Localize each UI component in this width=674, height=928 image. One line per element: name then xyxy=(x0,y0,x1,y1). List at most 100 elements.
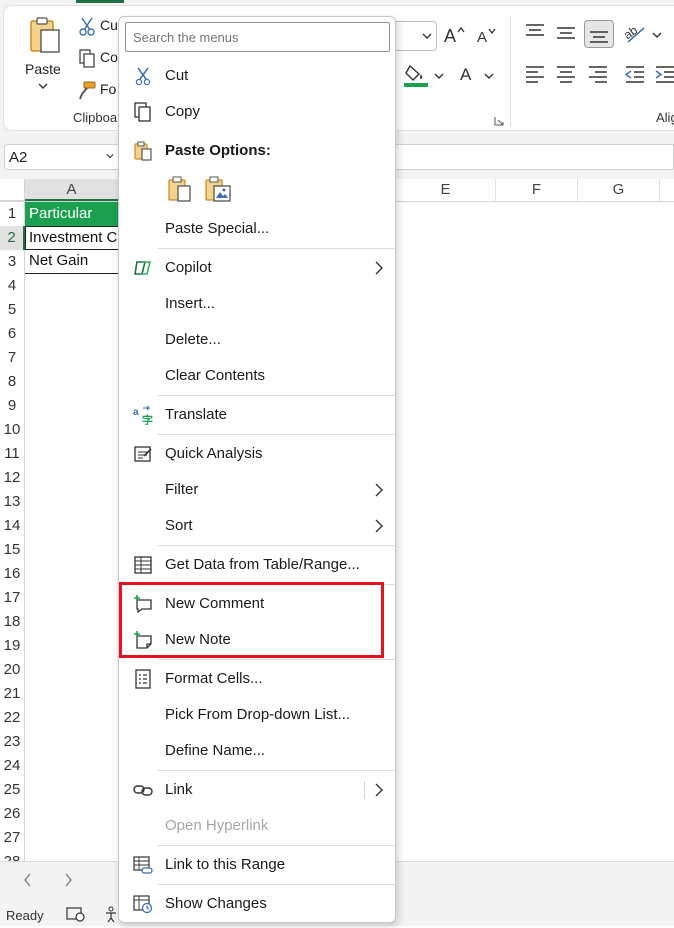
quick-analysis-icon xyxy=(134,446,152,462)
paste-button[interactable]: Paste xyxy=(20,14,66,98)
row-header[interactable]: 11 xyxy=(0,442,25,466)
prev-sheet-button[interactable] xyxy=(20,870,36,890)
increase-indent-button[interactable] xyxy=(654,64,674,86)
row-header[interactable]: 7 xyxy=(0,346,25,370)
copy-icon xyxy=(79,49,95,68)
menu-item-translate[interactable]: a 字 Translate xyxy=(119,398,395,432)
menu-item-label: Insert... xyxy=(165,295,216,312)
menu-item-insert[interactable]: Insert... xyxy=(119,287,395,321)
increase-font-button[interactable]: A xyxy=(443,24,467,46)
row-header[interactable]: 2 xyxy=(0,226,25,250)
menu-item-copilot[interactable]: Copilot xyxy=(119,251,395,285)
row-header[interactable]: 19 xyxy=(0,634,25,658)
decrease-indent-button[interactable] xyxy=(624,64,646,86)
row-header[interactable]: 23 xyxy=(0,730,25,754)
menu-item-paste-special[interactable]: Paste Special... xyxy=(119,212,395,246)
align-right-button[interactable] xyxy=(587,64,611,86)
row-header[interactable]: 6 xyxy=(0,322,25,346)
paste-option-default[interactable] xyxy=(166,175,194,203)
row-header[interactable]: 27 xyxy=(0,826,25,850)
chevron-right-icon[interactable] xyxy=(373,783,385,797)
menu-item-format-cells[interactable]: Format Cells... xyxy=(119,662,395,696)
align-middle-button[interactable] xyxy=(555,22,579,44)
menu-separator xyxy=(158,434,395,435)
row-header[interactable]: 5 xyxy=(0,298,25,322)
cut-ribbon-button[interactable]: Cu xyxy=(76,14,120,38)
menu-item-define-name[interactable]: Define Name... xyxy=(119,734,395,768)
row-header[interactable]: 20 xyxy=(0,658,25,682)
row-header[interactable]: 14 xyxy=(0,514,25,538)
column-header-a[interactable]: A xyxy=(25,179,119,201)
paste-option-picture[interactable] xyxy=(204,175,232,203)
align-center-button[interactable] xyxy=(555,64,579,86)
row-header[interactable]: 8 xyxy=(0,370,25,394)
menu-item-label: Copy xyxy=(165,103,201,120)
column-header-f[interactable]: F xyxy=(496,179,578,201)
menu-item-quick-analysis[interactable]: Quick Analysis xyxy=(119,437,395,471)
chevron-down-icon[interactable] xyxy=(106,152,114,160)
column-header-e[interactable]: E xyxy=(396,179,496,201)
row-header[interactable]: 13 xyxy=(0,490,25,514)
menu-separator xyxy=(158,248,395,249)
menu-item-paste-options: Paste Options: xyxy=(119,134,395,168)
orientation-button[interactable]: ab xyxy=(621,22,664,46)
clipboard-icon xyxy=(134,141,152,161)
menu-item-pick-dropdown[interactable]: Pick From Drop-down List... xyxy=(119,698,395,732)
row-header[interactable]: 3 xyxy=(0,250,25,274)
translate-icon: a 字 xyxy=(133,405,153,425)
row-header[interactable]: 12 xyxy=(0,466,25,490)
align-middle-icon xyxy=(557,27,575,39)
menu-item-get-data[interactable]: Get Data from Table/Range... xyxy=(119,548,395,582)
menu-item-delete[interactable]: Delete... xyxy=(119,323,395,357)
dialog-launcher-icon xyxy=(494,117,504,126)
cell-a3[interactable]: Net Gain xyxy=(25,250,119,274)
formula-input[interactable] xyxy=(396,144,674,170)
orientation-icon: ab xyxy=(621,23,645,43)
menu-item-copy[interactable]: Copy xyxy=(119,95,395,129)
align-bottom-icon xyxy=(590,31,608,43)
decrease-font-button[interactable]: A xyxy=(476,26,498,46)
align-bottom-button[interactable] xyxy=(584,20,614,48)
row-header[interactable]: 9 xyxy=(0,394,25,418)
menu-item-label: Quick Analysis xyxy=(165,445,263,462)
row-header[interactable]: 15 xyxy=(0,538,25,562)
row-header[interactable]: 4 xyxy=(0,274,25,298)
menu-item-link-to-range[interactable]: Link to this Range xyxy=(119,848,395,882)
menu-item-link[interactable]: Link xyxy=(119,773,395,807)
column-header-g[interactable]: G xyxy=(578,179,660,201)
fill-color-button[interactable] xyxy=(404,62,444,88)
row-header[interactable]: 24 xyxy=(0,754,25,778)
copy-ribbon-button[interactable]: Co xyxy=(76,46,120,70)
row-header[interactable]: 18 xyxy=(0,610,25,634)
format-painter-button[interactable]: Fo xyxy=(76,78,120,102)
menu-item-clear-contents[interactable]: Clear Contents xyxy=(119,359,395,393)
menu-item-show-changes[interactable]: Show Changes xyxy=(119,887,395,921)
menu-separator xyxy=(158,845,395,846)
name-box[interactable]: A2 xyxy=(4,144,120,170)
row-header[interactable]: 25 xyxy=(0,778,25,802)
row-header[interactable]: 1 xyxy=(0,202,25,226)
row-header[interactable]: 28 xyxy=(0,850,25,861)
font-dialog-launcher[interactable] xyxy=(494,113,504,126)
next-sheet-button[interactable] xyxy=(60,870,76,890)
menu-item-filter[interactable]: Filter xyxy=(119,473,395,507)
font-size-dropdown[interactable] xyxy=(396,21,437,51)
cell-a1[interactable]: Particular xyxy=(25,202,119,226)
row-header[interactable]: 21 xyxy=(0,682,25,706)
menu-item-cut[interactable]: Cut xyxy=(119,59,395,93)
row-header[interactable]: 22 xyxy=(0,706,25,730)
align-left-button[interactable] xyxy=(524,64,548,86)
accessibility-status-button[interactable] xyxy=(66,906,86,922)
row-header[interactable]: 16 xyxy=(0,562,25,586)
menu-item-sort[interactable]: Sort xyxy=(119,509,395,543)
row-header[interactable]: 17 xyxy=(0,586,25,610)
cell-a2[interactable]: Investment C xyxy=(25,226,119,250)
row-header[interactable]: 26 xyxy=(0,802,25,826)
menu-search-input[interactable] xyxy=(125,22,390,52)
align-top-button[interactable] xyxy=(524,22,548,44)
select-all-corner[interactable] xyxy=(0,179,25,201)
copy-ribbon-label: Co xyxy=(100,49,118,65)
row-header[interactable]: 10 xyxy=(0,418,25,442)
accessibility-icon-button[interactable] xyxy=(104,905,118,923)
font-color-button[interactable]: A xyxy=(458,62,498,88)
